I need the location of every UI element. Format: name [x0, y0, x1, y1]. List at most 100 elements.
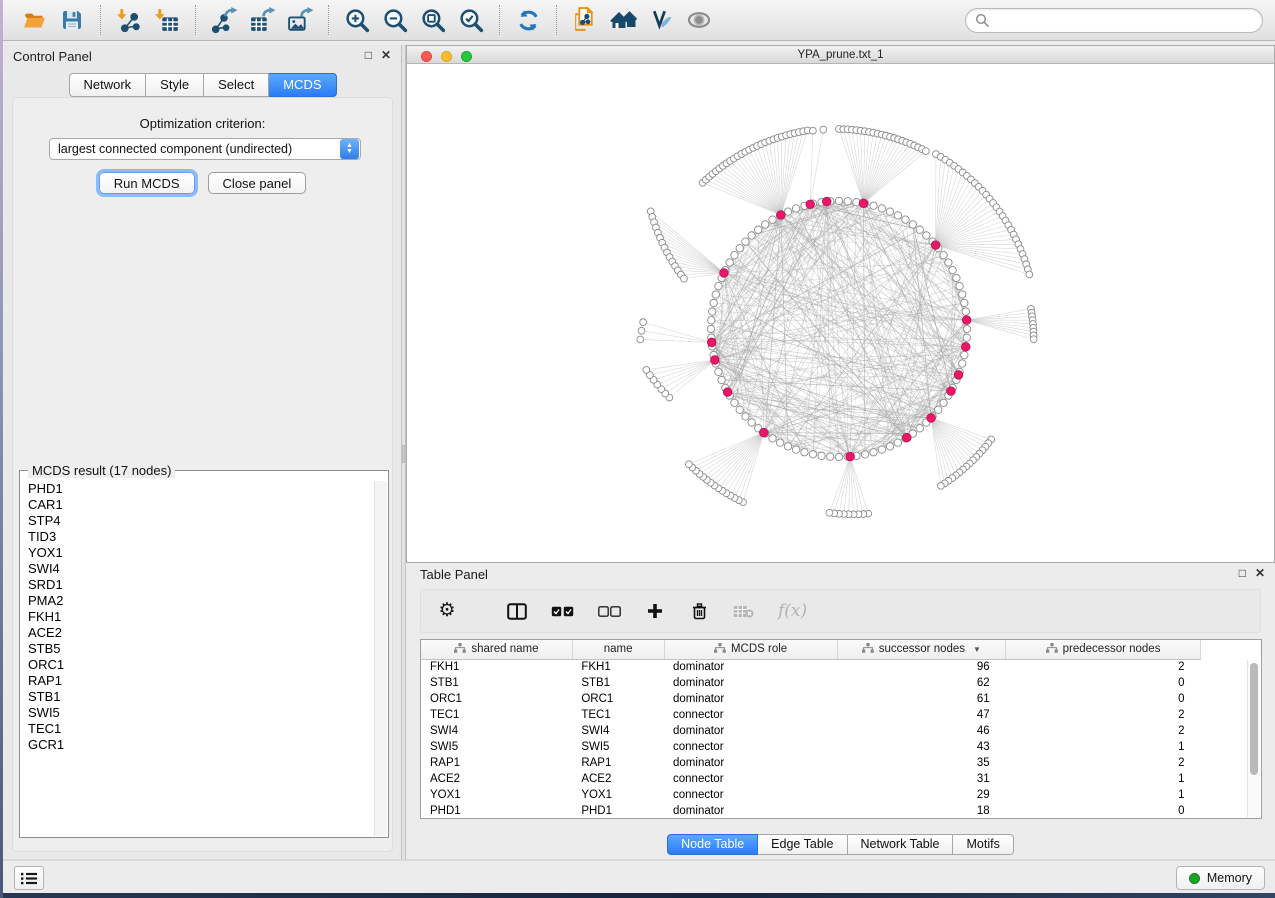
mcds-result-item[interactable]: GCR1 [21, 737, 374, 753]
tab-select[interactable]: Select [204, 73, 269, 97]
delete-columns-icon[interactable] [689, 603, 709, 620]
import-table-icon[interactable] [148, 3, 186, 37]
table-mode-gear-icon[interactable]: ⚙ [437, 602, 457, 620]
table-row[interactable]: PHD1PHD1dominator180 [421, 803, 1201, 819]
close-panel-icon[interactable]: ✕ [381, 48, 391, 62]
tab-mcds[interactable]: MCDS [269, 73, 336, 97]
unselect-all-columns-icon[interactable] [598, 606, 621, 617]
table-row[interactable]: STB1STB1dominator620 [421, 675, 1201, 691]
cell-successor-nodes: 61 [837, 691, 1006, 707]
table-row[interactable]: FKH1FKH1dominator962 [421, 659, 1201, 675]
export-image-icon[interactable] [281, 3, 319, 37]
zoom-out-icon[interactable] [376, 3, 414, 37]
tab-style[interactable]: Style [146, 73, 204, 97]
mcds-result-item[interactable]: ACE2 [21, 625, 374, 641]
open-session-icon[interactable] [15, 3, 53, 37]
search-box[interactable] [965, 8, 1263, 33]
run-mcds-button[interactable]: Run MCDS [99, 172, 195, 194]
select-all-columns-icon[interactable] [551, 606, 574, 617]
column-chooser-icon[interactable] [507, 603, 527, 620]
create-column-icon[interactable] [645, 603, 665, 619]
mcds-result-item[interactable]: TID3 [21, 529, 374, 545]
export-table-icon[interactable] [243, 3, 281, 37]
search-input[interactable] [994, 13, 1253, 27]
table-tab-edge-table[interactable]: Edge Table [758, 834, 847, 855]
network-graph[interactable] [407, 64, 1274, 561]
mcds-result-title: MCDS result (17 nodes) [28, 463, 175, 478]
toolbar-separator [499, 5, 500, 35]
optimization-criterion-select[interactable]: largest connected component (undirected)… [49, 138, 361, 160]
table-tab-node-table[interactable]: Node Table [667, 834, 758, 855]
column-header-name[interactable]: name [572, 640, 664, 659]
mcds-result-item[interactable]: CAR1 [21, 497, 374, 513]
mcds-result-item[interactable]: FKH1 [21, 609, 374, 625]
mcds-result-item[interactable]: PMA2 [21, 593, 374, 609]
float-panel-icon[interactable]: □ [365, 48, 372, 62]
cell-name: SWI5 [572, 739, 664, 755]
mcds-list-scrollbar[interactable] [374, 481, 387, 836]
apply-style-icon[interactable] [642, 3, 680, 37]
cell-predecessor-nodes: 1 [1006, 787, 1201, 803]
float-table-panel-icon[interactable]: □ [1239, 566, 1246, 580]
close-panel-button[interactable]: Close panel [208, 172, 307, 194]
optimization-criterion-value: largest connected component (undirected) [50, 142, 340, 156]
delete-table-icon [733, 605, 754, 618]
cell-MCDS-role: dominator [664, 691, 837, 707]
mcds-result-item[interactable]: YOX1 [21, 545, 374, 561]
table-row[interactable]: SWI4SWI4dominator462 [421, 723, 1201, 739]
memory-button[interactable]: Memory [1176, 866, 1265, 890]
save-session-icon[interactable] [53, 3, 91, 37]
new-network-from-selection-icon[interactable] [566, 3, 604, 37]
mcds-result-item[interactable]: STB1 [21, 689, 374, 705]
export-network-icon[interactable] [205, 3, 243, 37]
cell-successor-nodes: 62 [837, 675, 1006, 691]
mcds-result-item[interactable]: SWI4 [21, 561, 374, 577]
mcds-result-item[interactable]: PHD1 [21, 481, 374, 497]
table-row[interactable]: RAP1RAP1dominator352 [421, 755, 1201, 771]
show-graphics-details-icon[interactable] [680, 3, 718, 37]
splitter-grip[interactable] [402, 445, 405, 463]
mcds-result-list[interactable]: PHD1CAR1STP4TID3YOX1SWI4SRD1PMA2FKH1ACE2… [21, 481, 374, 836]
cell-predecessor-nodes: 2 [1006, 659, 1201, 675]
first-neighbors-icon[interactable] [604, 3, 642, 37]
column-header-predecessor-nodes[interactable]: predecessor nodes [1006, 640, 1201, 659]
table-tab-network-table[interactable]: Network Table [848, 834, 954, 855]
network-canvas[interactable] [406, 64, 1275, 563]
column-header-successor-nodes[interactable]: successor nodes▼ [837, 640, 1006, 659]
mcds-result-item[interactable]: RAP1 [21, 673, 374, 689]
table-row[interactable]: YOX1YOX1connector291 [421, 787, 1201, 803]
cell-predecessor-nodes: 2 [1006, 707, 1201, 723]
table-row[interactable]: ACE2ACE2connector311 [421, 771, 1201, 787]
zoom-selected-icon[interactable] [452, 3, 490, 37]
table-scrollbar[interactable] [1247, 660, 1260, 817]
cell-MCDS-role: dominator [664, 723, 837, 739]
tab-network[interactable]: Network [68, 73, 146, 97]
column-header-shared-name[interactable]: shared name [421, 640, 572, 659]
memory-status-icon [1189, 873, 1200, 884]
table-row[interactable]: SWI5SWI5connector431 [421, 739, 1201, 755]
mcds-result-item[interactable]: SRD1 [21, 577, 374, 593]
network-window-titlebar[interactable]: YPA_prune.txt_1 [406, 45, 1275, 64]
import-network-icon[interactable] [110, 3, 148, 37]
cell-predecessor-nodes: 0 [1006, 691, 1201, 707]
node-table[interactable]: shared namenameMCDS rolesuccessor nodes▼… [420, 639, 1262, 819]
zoom-in-icon[interactable] [338, 3, 376, 37]
table-scrollbar-thumb[interactable] [1250, 663, 1258, 775]
mcds-result-item[interactable]: ORC1 [21, 657, 374, 673]
table-row[interactable]: TEC1TEC1connector472 [421, 707, 1201, 723]
zoom-fit-icon[interactable] [414, 3, 452, 37]
table-tab-motifs[interactable]: Motifs [953, 834, 1013, 855]
mcds-result-item[interactable]: SWI5 [21, 705, 374, 721]
mcds-result-item[interactable]: STB5 [21, 641, 374, 657]
column-header-MCDS-role[interactable]: MCDS role [664, 640, 837, 659]
mcds-result-item[interactable]: TEC1 [21, 721, 374, 737]
cell-name: YOX1 [572, 787, 664, 803]
cell-shared-name: RAP1 [421, 755, 572, 771]
mcds-result-item[interactable]: STP4 [21, 513, 374, 529]
close-table-panel-icon[interactable]: ✕ [1255, 566, 1265, 580]
apply-layout-icon[interactable] [509, 3, 547, 37]
cell-shared-name: SWI4 [421, 723, 572, 739]
task-history-button[interactable] [14, 866, 44, 890]
cell-successor-nodes: 35 [837, 755, 1006, 771]
table-row[interactable]: ORC1ORC1dominator610 [421, 691, 1201, 707]
